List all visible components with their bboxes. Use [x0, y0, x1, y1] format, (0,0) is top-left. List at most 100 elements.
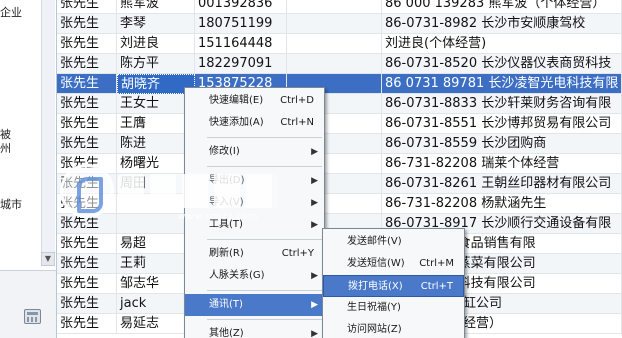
menu-item[interactable]: 通讯(T) ▶: [185, 294, 324, 316]
table-row[interactable]: 张先生 熊军波 001392836 86 000 139283 熊军波（个体经营）: [57, 0, 622, 14]
left-sidebar: 企业 被 州 城市 ▼: [0, 0, 57, 338]
submenu-item[interactable]: 访问网站(Z): [323, 319, 464, 338]
cell-fax[interactable]: [287, 0, 382, 14]
menu-item-shortcut: Ctrl+N: [280, 117, 314, 128]
menu-separator: [207, 290, 322, 291]
sidebar-fragment: 企业: [0, 6, 22, 19]
cell-owner[interactable]: 张先生: [57, 154, 117, 174]
menu-item[interactable]: 其他(Z) ▶: [185, 323, 324, 338]
submenu-item[interactable]: 生日祝福(Y): [323, 297, 464, 319]
cell-fax[interactable]: [287, 54, 382, 74]
cell-owner[interactable]: 张先生: [57, 14, 117, 34]
menu-item[interactable]: 工具(T) ▶: [185, 214, 324, 236]
menu-item-label: 发送短信(W): [347, 258, 405, 269]
cell-company[interactable]: 86-0731-8833 长沙轩莱财务咨询有限: [382, 94, 622, 114]
menu-item[interactable]: 导出(D) ▶: [185, 170, 324, 192]
cell-company[interactable]: 86 000 139283 熊军波（个体经营）: [382, 0, 622, 14]
cell-company[interactable]: 86-731-82208 杨默涵先生: [382, 194, 622, 214]
menu-separator: [207, 319, 322, 320]
sidebar-fragment: 城市: [0, 198, 22, 211]
menu-item[interactable]: 修改(I) ▶: [185, 141, 324, 163]
sidebar-scrollbar[interactable]: [41, 0, 55, 266]
cell-owner[interactable]: 张先生: [57, 234, 117, 254]
cell-fax[interactable]: [287, 14, 382, 34]
cell-name[interactable]: 熊军波: [117, 0, 195, 14]
table-row[interactable]: 张先生 陈方平 182297091 86-0731-8520 长沙仪器仪表商贸科技: [57, 54, 622, 74]
sidebar-fragment: 州: [0, 142, 11, 155]
cell-owner[interactable]: 张先生: [57, 314, 117, 334]
cell-company[interactable]: 86 0731 89781 长沙凌智光电科技有限: [382, 74, 622, 94]
cell-owner[interactable]: 张先生: [57, 34, 117, 54]
cell-owner[interactable]: 张先生: [57, 174, 117, 194]
submenu-item[interactable]: 发送短信(W) Ctrl+M: [323, 253, 464, 275]
cell-phone[interactable]: 182297091: [195, 54, 287, 74]
menu-item-label: 访问网站(Z): [347, 324, 402, 335]
scroll-down-icon[interactable]: ▼: [41, 252, 55, 266]
cell-owner[interactable]: 张先生: [57, 134, 117, 154]
cell-owner[interactable]: 张先生: [57, 0, 117, 14]
menu-separator: [207, 137, 322, 138]
menu-item-label: 拨打电话(X): [348, 281, 403, 292]
menu-item-label: 导入(V): [209, 197, 244, 208]
cell-name[interactable]: 陈方平: [117, 54, 195, 74]
submenu-arrow-icon: ▶: [311, 176, 318, 186]
cell-owner[interactable]: 张先生: [57, 294, 117, 314]
sidebar-bottom-panel: [0, 270, 56, 338]
cell-company[interactable]: 86-0731-8559 长沙团购商: [382, 134, 622, 154]
submenu-arrow-icon: ▶: [311, 271, 318, 281]
calculator-icon[interactable]: [24, 309, 41, 324]
cell-company[interactable]: 86-0731-8551 长沙博邦贸易有限公司: [382, 114, 622, 134]
cell-owner[interactable]: 张先生: [57, 74, 117, 94]
menu-separator: [207, 166, 322, 167]
menu-item-shortcut: Ctrl+M: [419, 258, 454, 269]
communication-submenu[interactable]: 发送邮件(V) 发送短信(W) Ctrl+M 拨打电话(X) Ctrl+T 生日祝福(Y)…: [322, 228, 465, 338]
cell-owner[interactable]: 张先生: [57, 194, 117, 214]
cell-phone[interactable]: 001392836: [195, 0, 287, 14]
table-row[interactable]: 张先生 杨曙光 86-731-82208 瑞莱个体经营: [57, 154, 622, 174]
menu-separator: [207, 239, 322, 240]
submenu-arrow-icon: ▶: [311, 300, 318, 310]
cell-company[interactable]: 86-0731-8982 长沙市安顺康驾校: [382, 14, 622, 34]
cell-company[interactable]: 86-731-82208 瑞莱个体经营: [382, 154, 622, 174]
cell-name[interactable]: 李琴: [117, 14, 195, 34]
cell-phone[interactable]: 151164448: [195, 34, 287, 54]
table-row[interactable]: 张先生 陈进 86-0731-8559 长沙团购商: [57, 134, 622, 154]
table-row[interactable]: 张先生 86-731-82208 杨默涵先生: [57, 194, 622, 214]
menu-item[interactable]: 导入(V) ▶: [185, 192, 324, 214]
submenu-arrow-icon: ▶: [311, 147, 318, 157]
submenu-item[interactable]: 拨打电话(X) Ctrl+T: [323, 275, 464, 297]
table-row[interactable]: 张先生 王膺 86-0731-8551 长沙博邦贸易有限公司: [57, 114, 622, 134]
cell-owner[interactable]: 张先生: [57, 214, 117, 234]
cell-owner[interactable]: 张先生: [57, 94, 117, 114]
menu-item[interactable]: 快速添加(A) Ctrl+N: [185, 112, 324, 134]
table-row[interactable]: 张先生 周田 86-0731-8261 王朝丝印器材有限公司: [57, 174, 622, 194]
menu-item-label: 导出(D): [209, 175, 245, 186]
cell-owner[interactable]: 张先生: [57, 274, 117, 294]
table-row[interactable]: 张先生 胡晓齐 153875228 86 0731 89781 长沙凌智光电科技有限: [57, 74, 622, 94]
cell-phone[interactable]: 180751199: [195, 14, 287, 34]
cell-owner[interactable]: 张先生: [57, 254, 117, 274]
table-row[interactable]: 张先生 李琴 180751199 86-0731-8982 长沙市安顺康驾校: [57, 14, 622, 34]
submenu-arrow-icon: ▶: [311, 220, 318, 230]
cell-fax[interactable]: [287, 34, 382, 54]
submenu-arrow-icon: ▶: [311, 198, 318, 208]
menu-item[interactable]: 刷新(R) Ctrl+Y: [185, 243, 324, 265]
table-row[interactable]: 张先生 刘进良 151164448 刘进良(个体经营): [57, 34, 622, 54]
submenu-item[interactable]: 发送邮件(V): [323, 231, 464, 253]
menu-item[interactable]: 人脉关系(G) ▶: [185, 265, 324, 287]
cell-company[interactable]: 86-0731-8261 王朝丝印器材有限公司: [382, 174, 622, 194]
cell-name[interactable]: 刘进良: [117, 34, 195, 54]
cell-owner[interactable]: 张先生: [57, 114, 117, 134]
menu-item-shortcut: Ctrl+T: [420, 281, 453, 292]
menu-item-label: 生日祝福(Y): [347, 302, 401, 313]
menu-item[interactable]: 快速编辑(E) Ctrl+D: [185, 90, 324, 112]
context-menu[interactable]: 快速编辑(E) Ctrl+D 快速添加(A) Ctrl+N 修改(I) ▶ 导出(D) ▶ 导入…: [184, 87, 325, 338]
cell-company[interactable]: 刘进良(个体经营): [382, 34, 622, 54]
cell-owner[interactable]: 张先生: [57, 54, 117, 74]
menu-item-label: 发送邮件(V): [347, 236, 402, 247]
table-row[interactable]: 张先生 王女士 86-0731-8833 长沙轩莱财务咨询有限: [57, 94, 622, 114]
menu-item-label: 其他(Z): [209, 328, 244, 338]
cell-company[interactable]: 86-0731-8520 长沙仪器仪表商贸科技: [382, 54, 622, 74]
menu-item-label: 快速编辑(E): [209, 95, 264, 106]
menu-item-label: 人脉关系(G): [209, 270, 265, 281]
